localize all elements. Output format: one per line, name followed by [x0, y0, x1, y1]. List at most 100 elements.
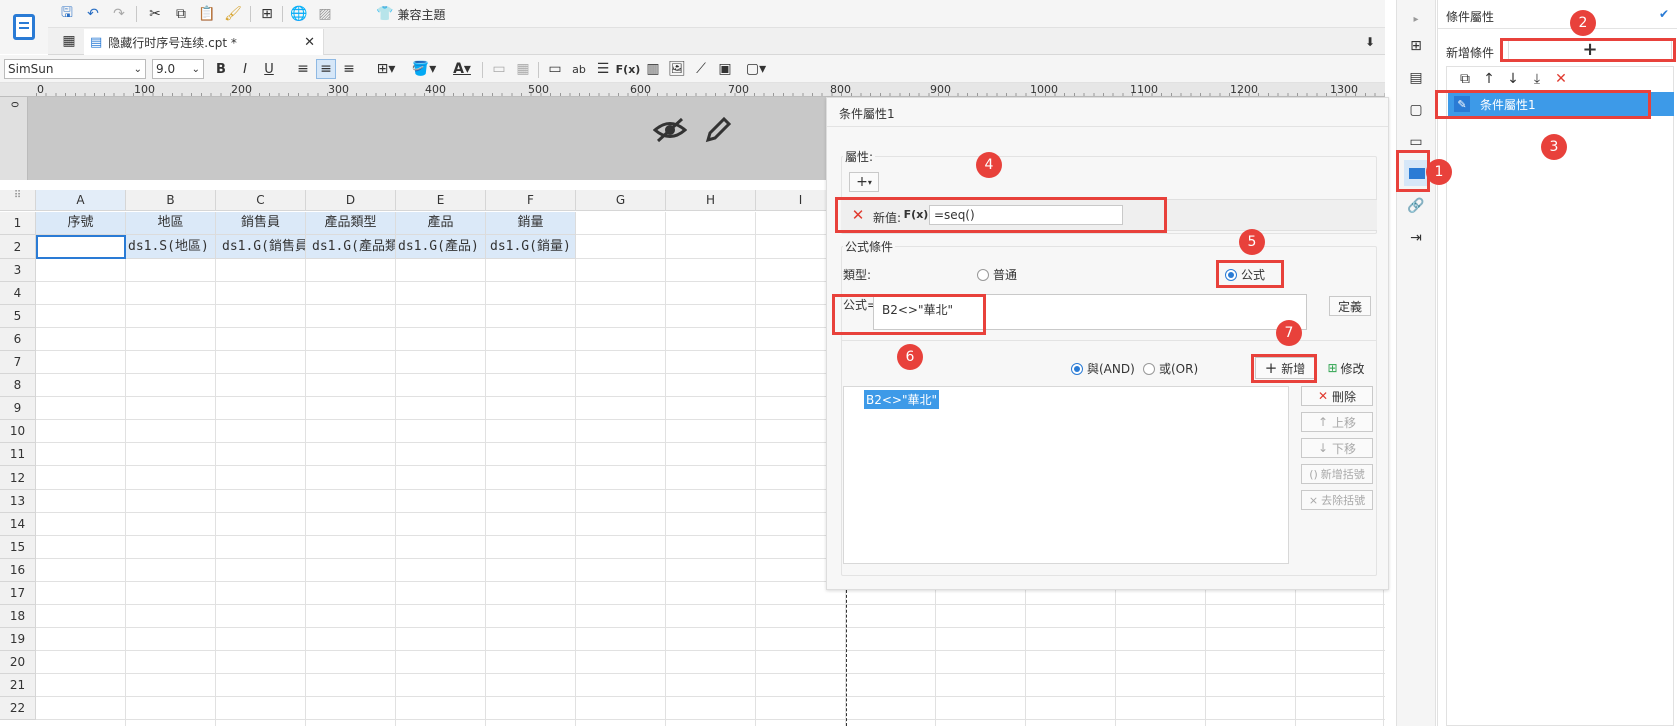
row-header[interactable]: 21: [0, 674, 36, 697]
arrow-up-icon[interactable]: ↑: [1480, 70, 1498, 88]
app-logo[interactable]: [0, 0, 48, 54]
cell-e1[interactable]: 產品: [396, 212, 486, 235]
add-attribute-button[interactable]: + ▾: [849, 172, 879, 192]
cell-attribute-icon[interactable]: ▤: [1406, 68, 1426, 88]
font-color-icon[interactable]: A▾: [448, 60, 476, 78]
chart-icon[interactable]: ▥: [644, 60, 662, 78]
row-header[interactable]: 7: [0, 351, 36, 374]
column-header[interactable]: B: [126, 190, 216, 211]
theme-button[interactable]: 👕 兼容主題: [376, 5, 445, 23]
cell-b2[interactable]: ds1.S(地區): [126, 235, 216, 259]
row-header[interactable]: 14: [0, 513, 36, 536]
underline-icon[interactable]: U: [260, 60, 278, 78]
move-bottom-icon[interactable]: ⤓: [1528, 70, 1546, 88]
row-header[interactable]: 5: [0, 305, 36, 328]
align-left-icon[interactable]: ≡: [294, 60, 312, 78]
save-icon[interactable]: 🖫: [58, 5, 76, 23]
row-header[interactable]: 10: [0, 420, 36, 443]
hyperlink-icon[interactable]: 🔗: [1406, 196, 1426, 216]
copy-icon[interactable]: ⧉: [1456, 70, 1474, 88]
grid-toggle-icon[interactable]: ▦: [60, 32, 78, 50]
row-header[interactable]: 15: [0, 536, 36, 559]
cell-c1[interactable]: 銷售員: [216, 212, 306, 235]
arrow-down-icon[interactable]: ↓: [1504, 70, 1522, 88]
cell-d1[interactable]: 產品類型: [306, 212, 396, 235]
radio-normal[interactable]: 普通: [977, 266, 1017, 283]
paste-icon[interactable]: 📋: [198, 5, 216, 23]
define-button[interactable]: 定義: [1329, 296, 1371, 316]
column-header[interactable]: D: [306, 190, 396, 211]
cell-a1[interactable]: 序號: [36, 212, 126, 235]
italic-icon[interactable]: I: [236, 60, 254, 78]
radio-or[interactable]: 或(OR): [1143, 360, 1198, 377]
delete-condition-button[interactable]: ✕ 刪除: [1301, 386, 1373, 406]
column-header[interactable]: H: [666, 190, 756, 211]
slash-icon[interactable]: ⟋: [692, 60, 710, 78]
row-header[interactable]: 22: [0, 697, 36, 720]
row-header[interactable]: 12: [0, 466, 36, 490]
unmerge-cells-icon[interactable]: ▦: [514, 60, 532, 78]
more-insert-icon[interactable]: ▢▾: [740, 60, 772, 78]
cell-c2[interactable]: ds1.G(銷售員): [216, 235, 306, 259]
fill-color-icon[interactable]: 🪣▾: [410, 60, 438, 78]
collapse-arrow-icon[interactable]: ▸: [1406, 10, 1426, 28]
image-icon[interactable]: ▨: [316, 5, 334, 23]
cell-e2[interactable]: ds1.G(產品): [396, 235, 486, 259]
row-header[interactable]: 1: [0, 212, 36, 235]
cell-element-icon[interactable]: ⊞: [1406, 36, 1426, 56]
text-icon[interactable]: ab: [570, 60, 588, 78]
add-bracket-button[interactable]: () 新增括號: [1301, 464, 1373, 484]
import-icon[interactable]: ⇥: [1406, 228, 1426, 248]
size-select[interactable]: 9.0 ⌄: [152, 59, 204, 79]
copy-icon[interactable]: ⧉: [172, 5, 190, 23]
column-header[interactable]: G: [576, 190, 666, 211]
rich-text-icon[interactable]: ☰: [594, 60, 612, 78]
column-header[interactable]: F: [486, 190, 576, 211]
row-header[interactable]: 13: [0, 490, 36, 513]
condition-list-item[interactable]: B2<>"華北": [864, 390, 940, 409]
sub-report-icon[interactable]: ▣: [716, 60, 734, 78]
bold-icon[interactable]: B: [212, 60, 230, 78]
remove-bracket-button[interactable]: ⨯ 去除括號: [1301, 490, 1373, 510]
cell-d2[interactable]: ds1.G(產品類型): [306, 235, 396, 259]
formula-icon[interactable]: F(x): [616, 60, 641, 78]
grid-corner[interactable]: ⠿: [0, 190, 36, 211]
radio-and[interactable]: 與(AND): [1071, 360, 1135, 377]
row-header[interactable]: 4: [0, 282, 36, 305]
move-down-button[interactable]: ↓ 下移: [1301, 438, 1373, 458]
font-select[interactable]: SimSun ⌄: [4, 59, 146, 79]
row-header[interactable]: 17: [0, 582, 36, 605]
widget-icon[interactable]: ▢: [1406, 100, 1426, 120]
align-center-icon[interactable]: ≡: [316, 59, 336, 79]
border-icon[interactable]: ⊞▾: [372, 60, 400, 78]
undo-icon[interactable]: ↶: [84, 5, 102, 23]
format-brush-icon[interactable]: 🖌: [224, 5, 242, 23]
edit-pencil-icon[interactable]: [700, 112, 736, 148]
row-header[interactable]: 2: [0, 235, 36, 259]
row-header[interactable]: 3: [0, 259, 36, 282]
filter-icon[interactable]: ▭: [1406, 132, 1426, 152]
pin-icon[interactable]: ⬇: [1362, 34, 1378, 50]
move-up-button[interactable]: ↑ 上移: [1301, 412, 1373, 432]
row-header[interactable]: 20: [0, 651, 36, 674]
insert-image-icon[interactable]: 🖼: [668, 60, 686, 78]
row-header[interactable]: 9: [0, 397, 36, 420]
hide-eye-icon[interactable]: [650, 112, 690, 148]
column-header[interactable]: A: [36, 190, 126, 211]
align-right-icon[interactable]: ≡: [340, 60, 358, 78]
cell-b1[interactable]: 地區: [126, 212, 216, 235]
insert-row-icon[interactable]: ▭: [546, 60, 564, 78]
cell-a2[interactable]: [36, 235, 126, 259]
redo-icon[interactable]: ↷: [110, 5, 128, 23]
cell-f2[interactable]: ds1.G(銷量): [486, 235, 576, 259]
merge-cells-icon[interactable]: ▭: [490, 60, 508, 78]
template-icon[interactable]: ⊞: [258, 5, 276, 23]
cut-icon[interactable]: ✂: [146, 5, 164, 23]
file-tab[interactable]: ▤ 隐藏行时序号连续.cpt * ✕: [84, 29, 324, 55]
row-header[interactable]: 19: [0, 628, 36, 651]
cell-f1[interactable]: 銷量: [486, 212, 576, 235]
modify-condition-button[interactable]: ⊞ 修改: [1321, 357, 1371, 379]
column-header[interactable]: C: [216, 190, 306, 211]
row-header[interactable]: 11: [0, 443, 36, 466]
row-header[interactable]: 18: [0, 605, 36, 628]
